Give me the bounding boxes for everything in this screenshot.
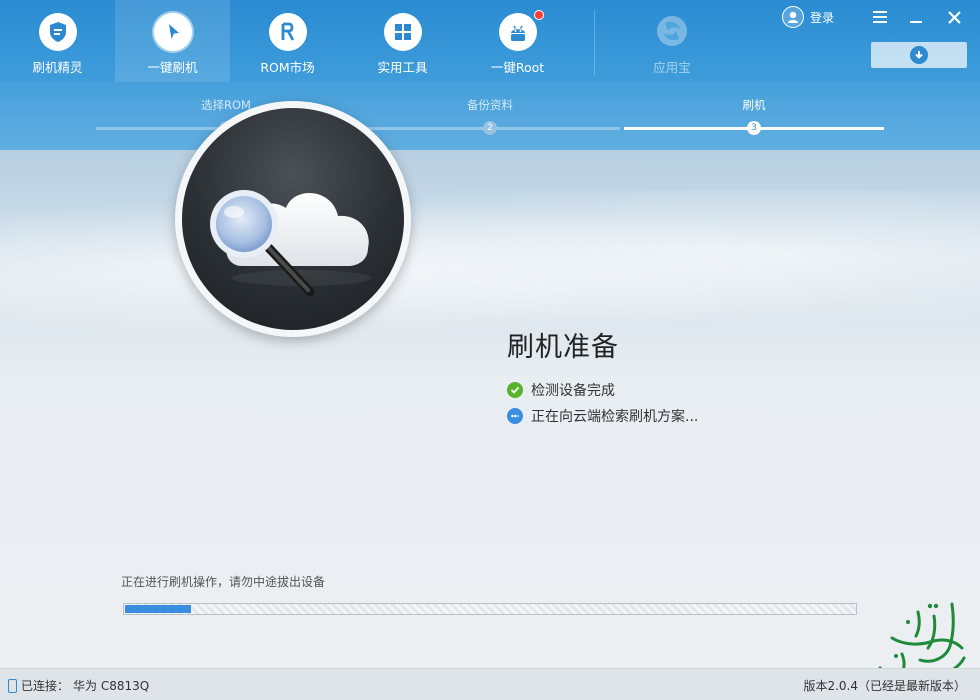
flash-warning-text: 正在进行刷机操作，请勿中途拔出设备 (121, 575, 326, 589)
step-line-3 (624, 127, 884, 130)
status-item-cloud-search: 正在向云端检索刷机方案... (507, 406, 698, 426)
download-manager-button[interactable] (871, 42, 967, 68)
nav-tab-label: 刷机精灵 (32, 60, 83, 75)
login-label: 登录 (810, 10, 835, 25)
step-label-backup: 备份资料 (467, 98, 513, 112)
flash-progress-bar (123, 603, 857, 615)
nav-tab-label: ROM市场 (260, 60, 315, 75)
nav-tab-utilities[interactable]: 实用工具 (345, 0, 460, 82)
phone-icon (8, 678, 17, 693)
status-title: 刷机准备 (507, 332, 619, 363)
cursor-icon (153, 13, 192, 51)
step-number-2: 2 (483, 121, 497, 135)
nav-tab-one-click-root[interactable]: 一键Root (460, 0, 575, 82)
nav-tab-flash-genius[interactable]: 刷机精灵 (0, 0, 115, 82)
android-icon (498, 13, 537, 51)
close-icon[interactable] (944, 7, 964, 27)
nav-tab-rom-market[interactable]: ROM市场 (230, 0, 345, 82)
nav-tab-one-click-flash[interactable]: 一键刷机 (115, 0, 230, 82)
connection-status: 已连接： 华为 C8813Q (8, 677, 149, 694)
main-panel (0, 150, 980, 668)
status-item-device-check: 检测设备完成 (507, 380, 615, 400)
cloud-magnifier-icon (210, 190, 372, 297)
appstore-button[interactable]: 应用宝 (620, 0, 724, 82)
nav-tab-label: 一键刷机 (147, 60, 198, 75)
step-label-flash: 刷机 (742, 98, 766, 112)
status-item-label: 正在向云端检索刷机方案... (531, 409, 699, 425)
check-icon (507, 382, 523, 398)
connected-label: 已连接： (21, 679, 70, 693)
appstore-icon (657, 16, 687, 46)
nav-separator (594, 10, 595, 76)
shield-icon (38, 13, 77, 51)
nav-tab-label: 实用工具 (377, 60, 428, 75)
top-header: 刷机精灵 一键刷机 ROM市场 实用工具 一键Root 应用宝 登录 选择ROM… (0, 0, 980, 150)
cloud-search-illustration (175, 101, 411, 337)
device-name: 华为 C8813Q (73, 679, 150, 693)
status-bar: 已连接： 华为 C8813Q 版本2.0.4（已经是最新版本） (0, 668, 980, 700)
version-text: 版本2.0.4（已经是最新版本） (803, 679, 966, 693)
loading-icon (507, 408, 523, 424)
nav-tab-label: 一键Root (490, 60, 545, 75)
step-line-2 (360, 127, 620, 130)
grid-icon (383, 13, 422, 51)
download-icon (910, 46, 928, 64)
login-button[interactable]: 登录 (782, 6, 834, 28)
rom-r-icon (268, 13, 307, 51)
minimize-icon[interactable] (906, 7, 926, 27)
menu-icon[interactable] (870, 7, 890, 27)
qq-avatar-icon (782, 6, 804, 28)
sky-background (0, 190, 980, 350)
status-item-label: 检测设备完成 (531, 383, 615, 399)
notification-dot (534, 10, 544, 20)
appstore-label: 应用宝 (653, 60, 691, 75)
progress-fill (125, 605, 191, 613)
step-number-3: 3 (747, 121, 761, 135)
